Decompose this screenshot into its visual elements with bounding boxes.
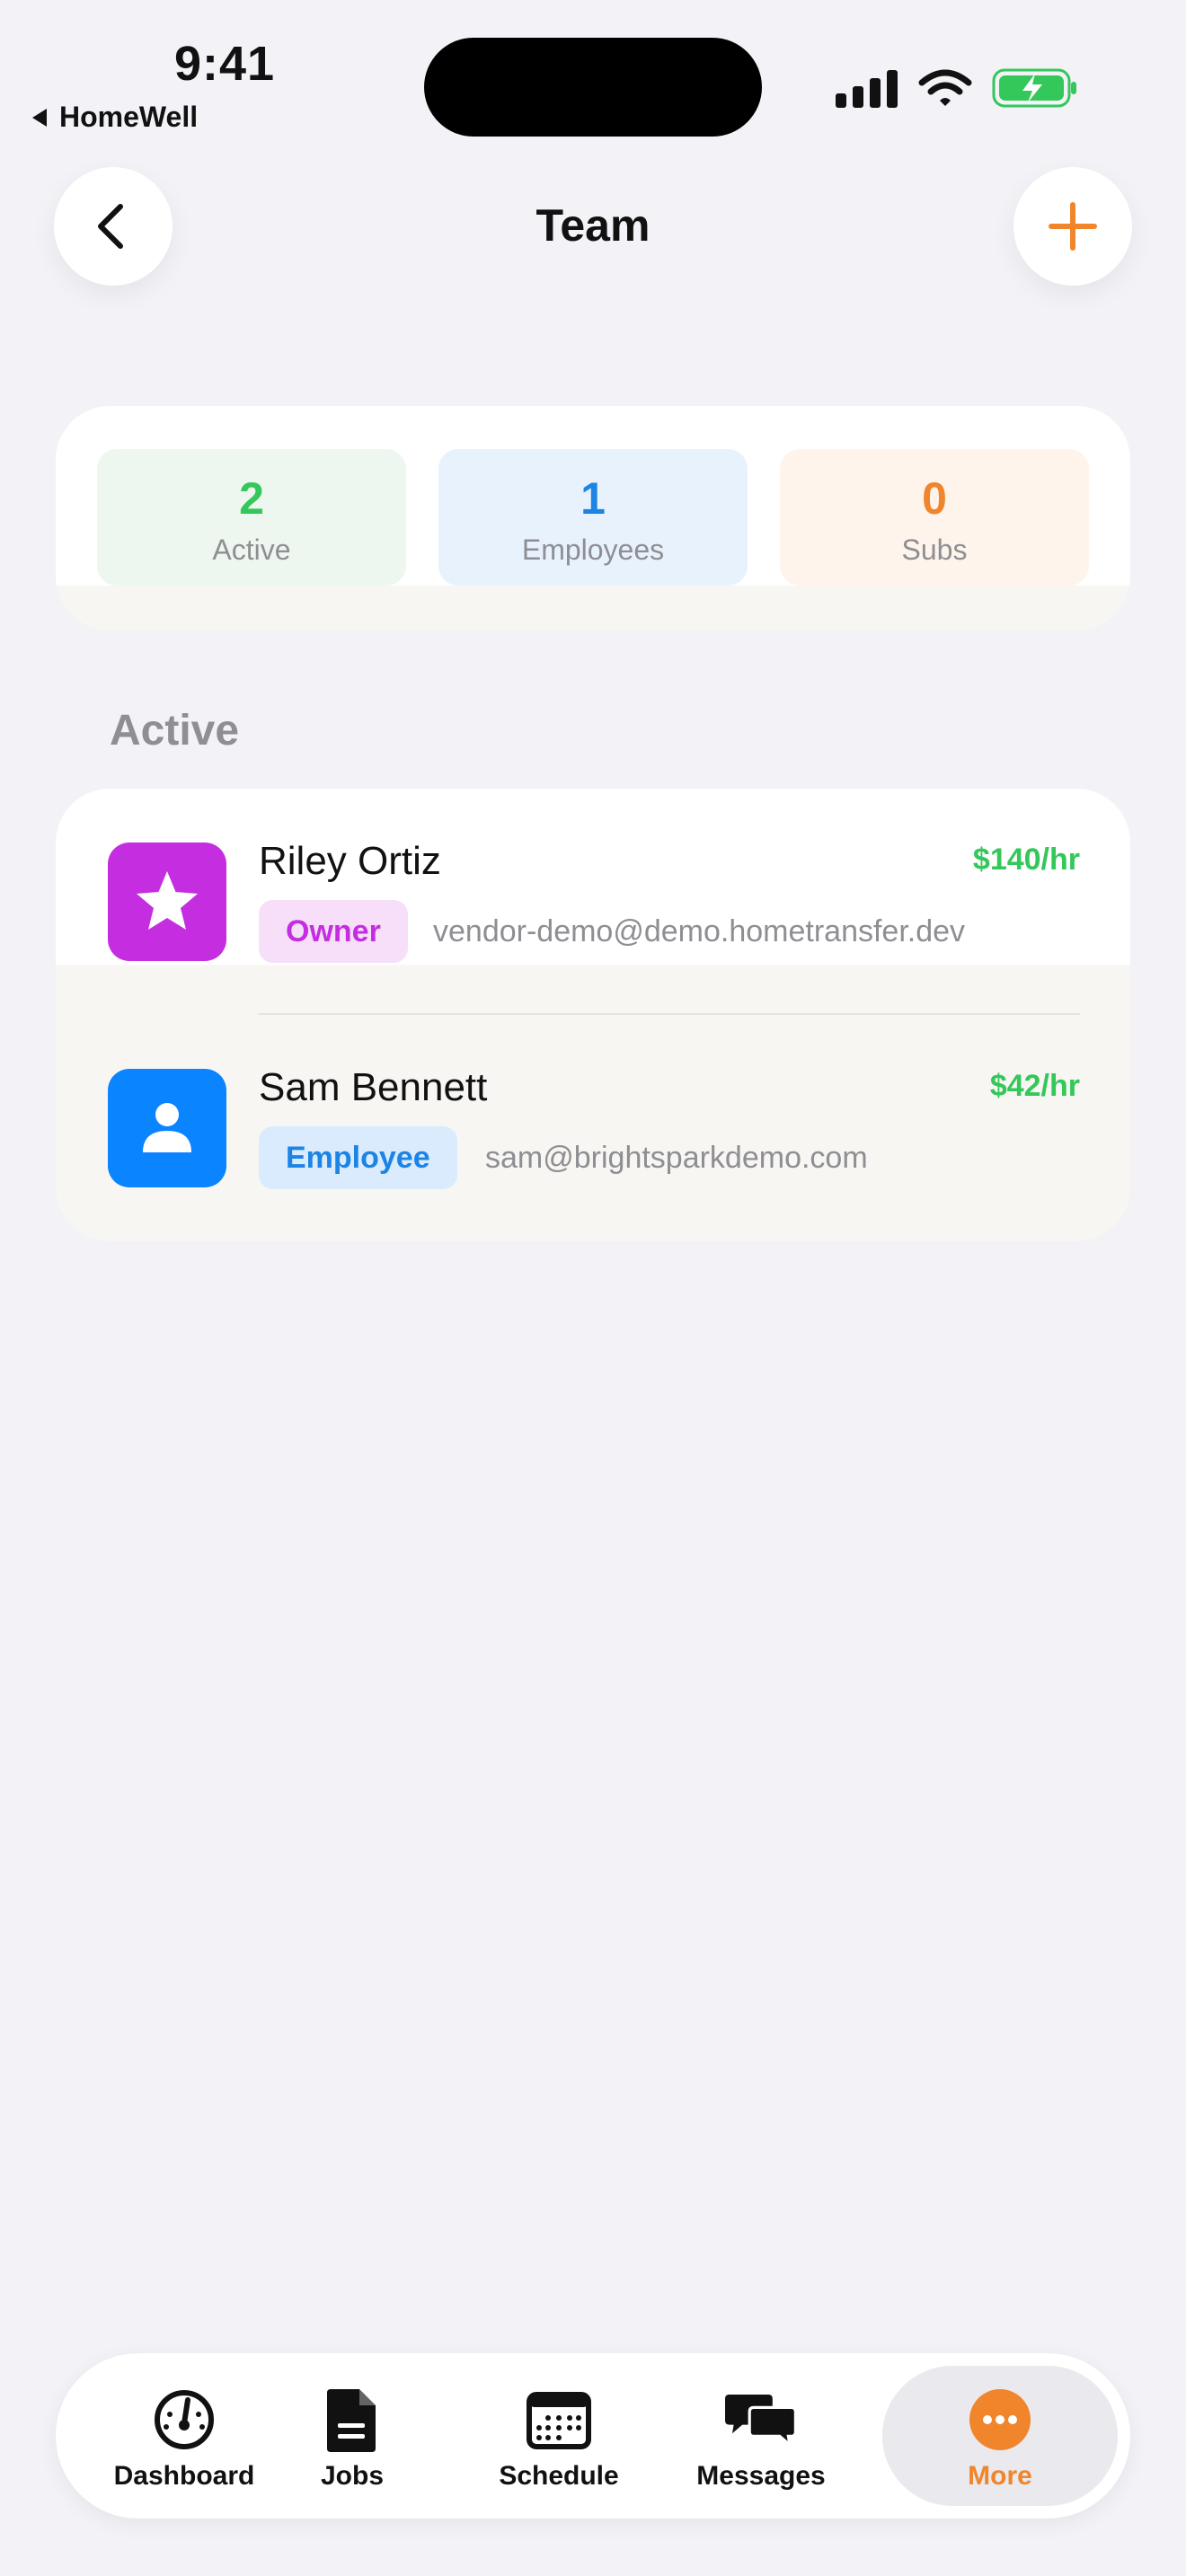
status-time: 9:41 [174,37,276,91]
role-badge: Employee [259,1126,457,1189]
stat-value: 1 [580,473,606,524]
stat-value: 0 [922,473,947,524]
member-rate: $140/hr [972,842,1080,877]
member-rate: $42/hr [989,1069,1080,1103]
team-stats-card: 2 Active 1 Employees 0 Subs [56,406,1130,631]
add-member-button[interactable] [1013,167,1132,286]
stat-active[interactable]: 2 Active [97,449,406,586]
back-to-app-link[interactable]: HomeWell [32,101,198,134]
dynamic-island [424,38,762,137]
gauge-icon [155,2390,214,2449]
tab-label: More [968,2461,1032,2491]
team-member-row[interactable]: Riley Ortiz $140/hr Owner vendor-demo@de… [56,789,1130,1015]
back-triangle-icon [32,108,47,127]
wifi-icon [918,69,972,106]
more-dots-icon [969,2389,1031,2450]
stat-label: Employees [521,534,665,566]
person-icon [143,1103,191,1152]
signal-icon [836,70,898,108]
chat-bubbles-icon [725,2395,797,2449]
tab-label: Messages [696,2461,826,2491]
stat-employees[interactable]: 1 Employees [438,449,748,586]
back-app-label: HomeWell [59,101,199,133]
tab-messages[interactable]: Messages [640,2366,882,2506]
stat-subs[interactable]: 0 Subs [780,449,1089,586]
calendar-icon [527,2392,591,2449]
plus-icon [1049,202,1097,251]
member-avatar [108,1069,226,1187]
member-name: Riley Ortiz [259,839,441,883]
member-email: sam@brightsparkdemo.com [485,1141,868,1175]
document-icon [327,2389,376,2452]
star-icon [137,871,198,930]
team-member-list: Riley Ortiz $140/hr Owner vendor-demo@de… [56,789,1130,1241]
member-email: vendor-demo@demo.hometransfer.dev [433,914,966,948]
battery-charging-icon [992,68,1076,108]
tab-bar: Dashboard Jobs Schedule Messages More [56,2353,1130,2519]
member-avatar [108,842,226,961]
tab-more[interactable]: More [882,2366,1118,2506]
stat-label: Active [212,534,291,566]
role-badge: Owner [259,900,408,963]
stat-label: Subs [901,534,968,566]
member-name: Sam Bennett [259,1065,488,1109]
section-label-active: Active [110,707,240,754]
stat-value: 2 [239,473,264,524]
status-icons [836,66,1078,110]
page-title: Team [535,200,651,251]
team-member-row[interactable]: Sam Bennett $42/hr Employee sam@brightsp… [56,1015,1130,1241]
